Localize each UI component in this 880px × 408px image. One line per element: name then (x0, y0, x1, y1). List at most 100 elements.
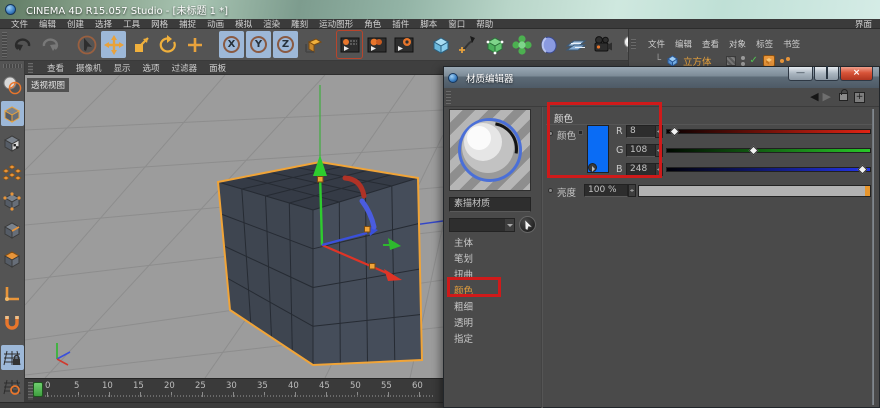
menu-render[interactable]: 渲染 (263, 18, 280, 30)
timeline-ruler[interactable]: 0 5 10 15 20 25 30 35 40 45 50 55 60 (25, 378, 443, 402)
g-slider[interactable] (666, 148, 871, 153)
model-mode-icon[interactable] (1, 101, 24, 126)
viewport-view-label[interactable]: 透视视图 (27, 78, 69, 92)
menu-interface[interactable]: 界面 (855, 18, 872, 30)
menu-select[interactable]: 选择 (95, 18, 112, 30)
texture-dot-icon[interactable] (578, 130, 583, 135)
brightness-slider[interactable] (638, 185, 871, 197)
material-preview[interactable] (449, 109, 531, 191)
mat-toolbar-grip[interactable] (446, 91, 451, 104)
menu-mesh[interactable]: 网格 (151, 18, 168, 30)
r-slider-handle[interactable] (670, 127, 680, 137)
last-used-tool-icon[interactable] (182, 31, 207, 58)
menu-window[interactable]: 窗口 (448, 18, 465, 30)
vp-menu-view[interactable]: 查看 (47, 62, 64, 74)
workplane-grid-icon[interactable] (1, 374, 24, 399)
render-settings-icon[interactable] (391, 31, 416, 58)
vp-menu-options[interactable]: 选项 (143, 62, 160, 74)
menu-edit[interactable]: 编辑 (39, 18, 56, 30)
menu-file[interactable]: 文件 (11, 18, 28, 30)
camera-icon[interactable] (590, 31, 615, 58)
points-mode-icon[interactable] (1, 188, 24, 213)
polygons-mode-icon[interactable] (1, 246, 24, 271)
maximize-button[interactable] (814, 67, 839, 81)
om-menu-objects[interactable]: 对象 (729, 38, 746, 50)
menu-mograph[interactable]: 运动图形 (319, 18, 353, 30)
close-button[interactable]: × (840, 67, 873, 81)
menu-snap[interactable]: 捕捉 (179, 18, 196, 30)
menu-tools[interactable]: 工具 (123, 18, 140, 30)
axis-mode-icon[interactable] (1, 281, 24, 306)
r-stepper[interactable] (655, 125, 663, 138)
om-menu-view[interactable]: 查看 (702, 38, 719, 50)
render-view-icon[interactable] (337, 31, 362, 58)
minimize-button[interactable]: — (788, 67, 813, 81)
material-editor-titlebar[interactable]: 材质编辑器 — × (444, 67, 879, 88)
toolbar-grip[interactable] (2, 32, 7, 58)
deformer-icon[interactable] (509, 31, 534, 58)
vp-menu-filter[interactable]: 过滤器 (172, 62, 198, 74)
z-axis-lock-icon[interactable]: Z (273, 31, 298, 58)
pick-arrow-button[interactable] (519, 216, 536, 233)
b-slider[interactable] (666, 167, 871, 172)
viewport-menu-grip[interactable] (28, 63, 33, 73)
leftbar-grip[interactable] (3, 64, 22, 68)
edges-mode-icon[interactable] (1, 217, 24, 242)
timeline-playhead[interactable] (33, 382, 43, 397)
make-editable-icon[interactable] (1, 72, 24, 97)
add-icon[interactable]: + (854, 92, 865, 103)
vp-menu-panel[interactable]: 面板 (209, 62, 226, 74)
nav-back-icon[interactable]: ◀ (810, 91, 818, 103)
nav-forward-icon[interactable]: ▶ (823, 91, 831, 103)
spline-pen-icon[interactable] (455, 31, 480, 58)
enabled-check-icon[interactable]: ✓ (750, 55, 758, 66)
polygon-tag-icon[interactable] (763, 55, 775, 67)
menu-sculpt[interactable]: 雕刻 (291, 18, 308, 30)
vp-menu-camera[interactable]: 摄像机 (76, 62, 102, 74)
menu-plugins[interactable]: 插件 (392, 18, 409, 30)
texture-mode-icon[interactable] (1, 130, 24, 155)
menu-create[interactable]: 创建 (67, 18, 84, 30)
r-slider[interactable] (666, 129, 871, 134)
environment-icon[interactable] (536, 31, 561, 58)
dropdown-arrow-icon[interactable] (505, 219, 514, 231)
menu-script[interactable]: 脚本 (420, 18, 437, 30)
redo-icon[interactable] (37, 31, 62, 58)
scale-tool-icon[interactable] (128, 31, 153, 58)
om-menu-tags[interactable]: 标签 (756, 38, 773, 50)
material-name-field[interactable]: 素描材质 (449, 197, 531, 212)
coordinate-system-icon[interactable] (300, 31, 325, 58)
layer-swatch-icon[interactable] (726, 56, 736, 66)
enable-snap-icon[interactable] (1, 310, 24, 335)
window-titlebar[interactable]: CINEMA 4D R15.057 Studio - [未标题 1 *] (0, 0, 880, 19)
dialog-scrollbar[interactable] (872, 109, 874, 405)
om-menu-file[interactable]: 文件 (648, 38, 665, 50)
preset-dropdown[interactable] (449, 218, 515, 232)
material-editor-dialog[interactable]: 材质编辑器 — × ◀ ▶ + 素描材质 主体 笔划 扭曲 颜色 粗细 透明 指… (443, 66, 880, 408)
floor-icon[interactable] (563, 31, 588, 58)
swatch-expander-icon[interactable] (588, 163, 597, 172)
brightness-slider-handle[interactable] (865, 186, 870, 196)
brightness-stepper[interactable] (628, 184, 636, 197)
move-tool-icon[interactable] (101, 31, 126, 58)
b-stepper[interactable] (655, 163, 663, 176)
lock-icon[interactable] (839, 93, 848, 101)
channel-opacity[interactable]: 透明 (454, 316, 534, 332)
menu-help[interactable]: 帮助 (476, 18, 493, 30)
render-to-picture-viewer-icon[interactable] (364, 31, 389, 58)
y-axis-lock-icon[interactable]: Y (246, 31, 271, 58)
channel-color[interactable]: 颜色 (454, 284, 534, 300)
brightness-value-field[interactable]: 100 % (584, 184, 628, 197)
lock-workplane-icon[interactable] (1, 345, 24, 370)
vp-menu-display[interactable]: 显示 (114, 62, 131, 74)
channel-assign[interactable]: 指定 (454, 332, 534, 348)
add-primitive-icon[interactable] (428, 31, 453, 58)
visibility-dots-icon[interactable] (741, 55, 745, 67)
g-slider-handle[interactable] (749, 146, 759, 156)
workplane-mode-icon[interactable] (1, 159, 24, 184)
menu-simulate[interactable]: 模拟 (235, 18, 252, 30)
channel-main[interactable]: 主体 (454, 236, 534, 252)
viewport-scene[interactable] (25, 75, 443, 378)
menu-character[interactable]: 角色 (364, 18, 381, 30)
live-selection-icon[interactable] (74, 31, 99, 58)
